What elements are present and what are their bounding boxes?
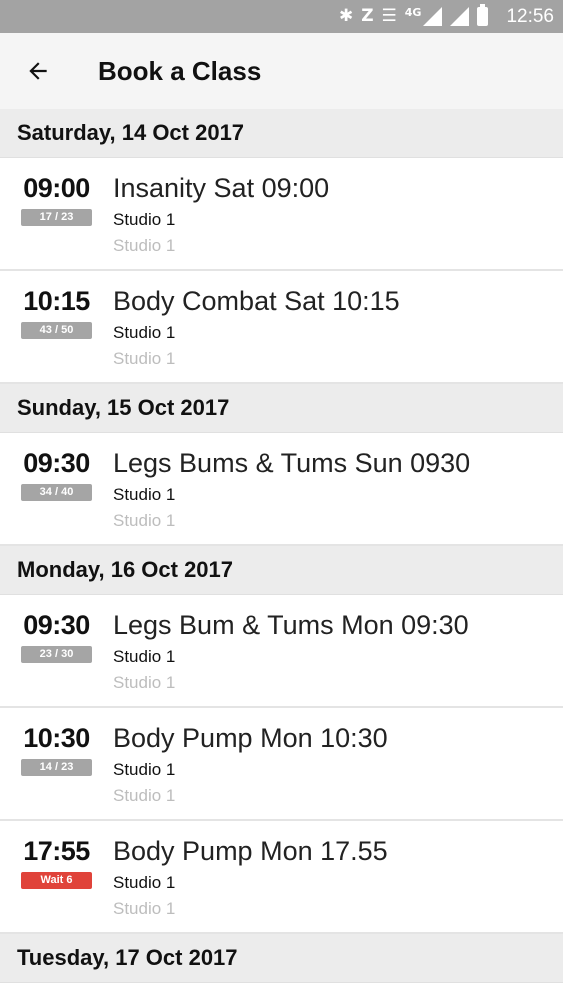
class-row[interactable]: 10:30 14 / 23 Body Pump Mon 10:30 Studio 1 S… xyxy=(0,708,563,821)
class-time: 09:30 xyxy=(23,610,90,640)
capacity-badge: 34 / 40 xyxy=(21,484,92,501)
status-bar: ✱ 𝗭 ☰ 4G 12:56 xyxy=(0,0,563,33)
class-time: 09:30 xyxy=(23,448,90,478)
class-time-column: 09:30 23 / 30 xyxy=(0,595,113,706)
network-type-label: 4G xyxy=(404,6,422,19)
class-name: Insanity Sat 09:00 xyxy=(113,173,330,203)
capacity-badge: 43 / 50 xyxy=(21,322,92,339)
class-sublocation: Studio 1 xyxy=(113,786,176,805)
class-time-column: 10:30 14 / 23 xyxy=(0,708,113,819)
day-header: Tuesday, 17 Oct 2017 xyxy=(0,934,563,983)
mobile-signal-icon xyxy=(423,7,443,26)
class-time-column: 09:30 34 / 40 xyxy=(0,433,113,544)
class-location: Studio 1 xyxy=(113,485,176,504)
class-row[interactable]: 17:55 Wait 6 Body Pump Mon 17.55 Studio 1 St… xyxy=(0,821,563,934)
capacity-badge: 14 / 23 xyxy=(21,759,92,776)
capacity-badge: 23 / 30 xyxy=(21,646,92,663)
class-row[interactable]: 09:30 23 / 30 Legs Bum & Tums Mon 09:30 Stu… xyxy=(0,595,563,708)
back-button[interactable] xyxy=(0,33,76,109)
class-sublocation: Studio 1 xyxy=(113,349,176,368)
class-name: Body Pump Mon 17.55 xyxy=(113,836,388,866)
class-name: Legs Bum & Tums Mon 09:30 xyxy=(113,610,469,640)
page-title: Book a Class xyxy=(98,55,262,86)
waitlist-badge: Wait 6 xyxy=(21,872,92,889)
arrow-left-icon xyxy=(29,62,47,80)
class-name: Body Combat Sat 10:15 xyxy=(113,286,400,316)
battery-icon xyxy=(477,4,489,26)
class-sublocation: Studio 1 xyxy=(113,899,176,918)
capacity-badge: 17 / 23 xyxy=(21,209,92,226)
class-time-column: 09:00 17 / 23 xyxy=(0,158,113,269)
class-location: Studio 1 xyxy=(113,647,176,666)
class-sublocation: Studio 1 xyxy=(113,673,176,692)
class-info-column: Legs Bum & Tums Mon 09:30 Studio 1 Studio … xyxy=(113,595,469,706)
class-time: 09:00 xyxy=(23,173,90,203)
class-time: 10:15 xyxy=(23,286,90,316)
class-row[interactable]: 09:30 34 / 40 Legs Bums & Tums Sun 0930 Stu… xyxy=(0,433,563,546)
class-name: Legs Bums & Tums Sun 0930 xyxy=(113,448,471,478)
day-header: Sunday, 15 Oct 2017 xyxy=(0,384,563,433)
class-info-column: Body Pump Mon 10:30 Studio 1 Studio 1 xyxy=(113,708,388,819)
class-location: Studio 1 xyxy=(113,760,176,779)
class-info-column: Body Combat Sat 10:15 Studio 1 Studio 1 xyxy=(113,271,400,382)
class-schedule-list[interactable]: Saturday, 14 Oct 2017 09:00 17 / 23 Insanit… xyxy=(0,109,563,983)
class-row[interactable]: 10:15 43 / 50 Body Combat Sat 10:15 Studio … xyxy=(0,271,563,384)
class-location: Studio 1 xyxy=(113,323,176,342)
class-location: Studio 1 xyxy=(113,210,176,229)
class-time: 10:30 xyxy=(23,723,90,753)
day-header: Monday, 16 Oct 2017 xyxy=(0,546,563,595)
class-time: 17:55 xyxy=(23,836,90,866)
class-info-column: Legs Bums & Tums Sun 0930 Studio 1 Studio … xyxy=(113,433,470,544)
class-name: Body Pump Mon 10:30 xyxy=(113,723,388,753)
class-row[interactable]: 09:00 17 / 23 Insanity Sat 09:00 Studio 1 St… xyxy=(0,158,563,271)
wifi-signal-icon xyxy=(450,7,470,26)
vibrate-icon: ☰ xyxy=(381,6,397,26)
class-location: Studio 1 xyxy=(113,873,176,892)
class-sublocation: Studio 1 xyxy=(113,511,176,530)
nfc-icon: 𝗭 xyxy=(361,6,374,26)
class-info-column: Body Pump Mon 17.55 Studio 1 Studio 1 xyxy=(113,821,388,932)
app-bar: Book a Class xyxy=(0,33,563,109)
bluetooth-icon: ✱ xyxy=(338,6,354,26)
class-time-column: 10:15 43 / 50 xyxy=(0,271,113,382)
status-clock: 12:56 xyxy=(506,5,554,27)
class-info-column: Insanity Sat 09:00 Studio 1 Studio 1 xyxy=(113,158,329,269)
day-header: Saturday, 14 Oct 2017 xyxy=(0,109,563,158)
class-time-column: 17:55 Wait 6 xyxy=(0,821,113,932)
class-sublocation: Studio 1 xyxy=(113,236,176,255)
